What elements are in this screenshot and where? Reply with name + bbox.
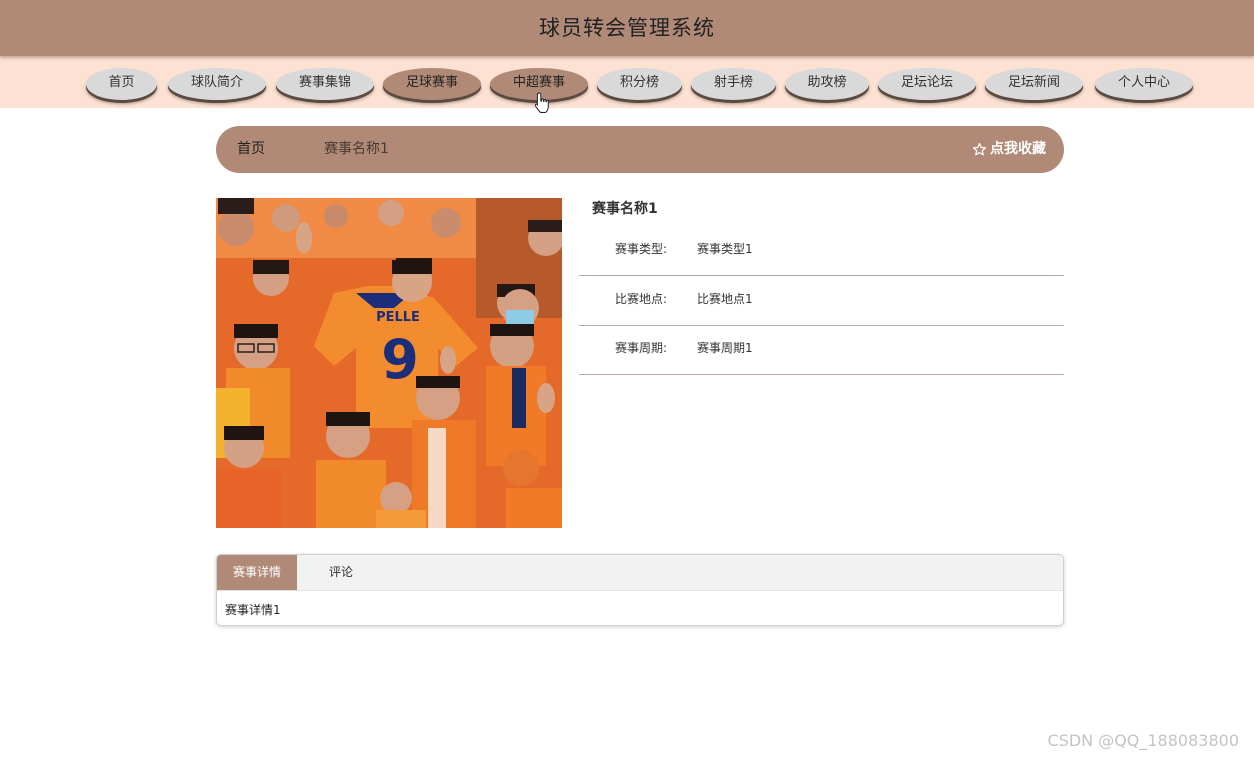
breadcrumb-current: 赛事名称1: [324, 141, 389, 157]
event-title: 赛事名称1: [592, 201, 658, 217]
info-value: 比赛地点1: [697, 292, 753, 306]
info-value: 赛事类型1: [697, 242, 753, 256]
favorite-label: 点我收藏: [990, 141, 1046, 157]
tab-comments[interactable]: 评论: [297, 555, 385, 590]
info-label: 赛事类型:: [614, 242, 667, 256]
event-photo: PELLE 9: [216, 198, 562, 528]
nav-item-home[interactable]: 首页: [86, 68, 157, 100]
star-icon: [972, 142, 987, 156]
nav-item-football-events[interactable]: 足球赛事: [383, 68, 481, 100]
info-label: 赛事周期:: [614, 341, 667, 355]
watermark: CSDN @QQ_188083800: [1047, 731, 1239, 750]
header: 球员转会管理系统: [0, 0, 1254, 56]
nav-item-highlights[interactable]: 赛事集锦: [276, 68, 374, 100]
tab-content: 赛事详情1: [225, 603, 281, 617]
jersey-number-text: 9: [381, 328, 419, 391]
nav-item-scorers[interactable]: 射手榜: [691, 68, 776, 100]
info-row-type: 赛事类型: 赛事类型1: [579, 226, 1064, 276]
nav-item-team-intro[interactable]: 球队简介: [168, 68, 266, 100]
nav-item-forum[interactable]: 足坛论坛: [878, 68, 976, 100]
tab-event-details[interactable]: 赛事详情: [217, 555, 297, 590]
hand-pointer-icon: [534, 92, 549, 113]
info-row-location: 比赛地点: 比赛地点1: [579, 276, 1064, 326]
site-title: 球员转会管理系统: [539, 16, 715, 40]
nav-item-news[interactable]: 足坛新闻: [985, 68, 1083, 100]
nav-bar: 首页 球队简介 赛事集锦 足球赛事 中超赛事 积分榜 射手榜 助攻榜 足坛论坛 …: [0, 56, 1254, 108]
favorite-button[interactable]: 点我收藏: [972, 126, 1046, 173]
nav-item-standings[interactable]: 积分榜: [597, 68, 682, 100]
nav-item-user-center[interactable]: 个人中心: [1095, 68, 1193, 100]
fans-crowd-image: PELLE 9: [216, 198, 562, 528]
info-value: 赛事周期1: [697, 341, 753, 355]
breadcrumb: 首页 赛事名称1 点我收藏: [216, 126, 1064, 173]
jersey-name-text: PELLE: [376, 310, 420, 325]
info-label: 比赛地点:: [614, 292, 667, 306]
tab-bar: 赛事详情 评论: [217, 555, 1063, 591]
breadcrumb-home-link[interactable]: 首页: [237, 126, 265, 173]
detail-tabs-panel: 赛事详情 评论 赛事详情1: [216, 554, 1064, 626]
nav-item-assists[interactable]: 助攻榜: [785, 68, 869, 100]
info-row-period: 赛事周期: 赛事周期1: [579, 325, 1064, 375]
